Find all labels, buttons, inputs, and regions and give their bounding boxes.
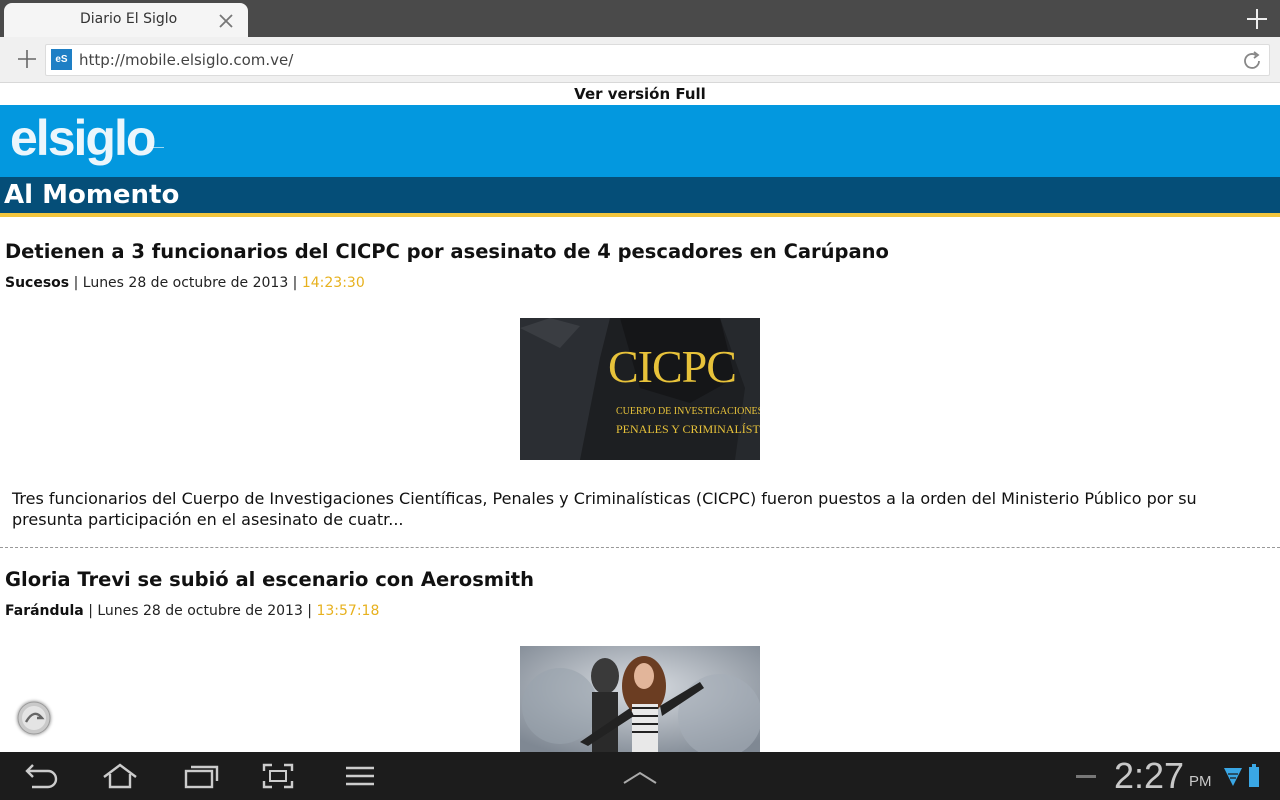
system-clock-ampm: PM xyxy=(1189,773,1212,790)
logo-underline xyxy=(150,147,164,148)
chevron-up-icon[interactable] xyxy=(620,761,660,791)
article-item: Gloria Trevi se subió al escenario con A… xyxy=(0,549,1280,752)
full-version-link[interactable]: Ver versión Full xyxy=(0,84,1280,105)
site-header: elsiglo xyxy=(0,105,1280,177)
article-category[interactable]: Sucesos xyxy=(5,275,69,291)
article-time: 13:57:18 xyxy=(316,603,380,619)
plus-icon[interactable] xyxy=(15,47,39,71)
article-image[interactable] xyxy=(520,646,760,752)
image-caption-main: CICPC xyxy=(608,341,737,392)
notification-dash xyxy=(1076,775,1096,778)
browser-tab-bar: Diario El Siglo xyxy=(0,0,1280,37)
article-item: Detienen a 3 funcionarios del CICPC por … xyxy=(0,221,1280,549)
section-title: Al Momento xyxy=(4,180,180,210)
screenshot-icon[interactable] xyxy=(258,761,298,791)
system-clock[interactable]: 2:27 xyxy=(1114,755,1184,797)
article-image[interactable]: CICPC CUERPO DE INVESTIGACIONES CIENTÍFI… xyxy=(520,318,760,460)
browser-tab[interactable]: Diario El Siglo xyxy=(4,3,248,37)
site-logo[interactable]: elsiglo xyxy=(10,105,156,177)
back-icon[interactable] xyxy=(20,761,60,791)
article-meta: Farándula | Lunes 28 de octubre de 2013 … xyxy=(5,603,379,619)
url-field[interactable]: eS http://mobile.elsiglo.com.ve/ xyxy=(45,44,1270,76)
plus-icon[interactable] xyxy=(1244,6,1270,32)
article-summary: Tres funcionarios del Cuerpo de Investig… xyxy=(12,489,1197,529)
recent-apps-icon[interactable] xyxy=(181,761,221,791)
url-text[interactable]: http://mobile.elsiglo.com.ve/ xyxy=(79,51,293,69)
address-bar: eS http://mobile.elsiglo.com.ve/ xyxy=(0,37,1280,83)
reload-icon[interactable] xyxy=(1240,49,1264,73)
article-category[interactable]: Farándula xyxy=(5,603,84,619)
article-date: | Lunes 28 de octubre de 2013 | xyxy=(88,603,313,619)
tab-title: Diario El Siglo xyxy=(80,11,178,27)
home-icon[interactable] xyxy=(100,761,140,791)
wifi-icon xyxy=(1224,768,1242,786)
image-caption-line-1: CUERPO DE INVESTIGACIONES CIENTÍFICAS xyxy=(616,406,760,417)
menu-icon[interactable] xyxy=(340,761,380,791)
scroll-top-icon[interactable] xyxy=(17,701,51,735)
article-divider xyxy=(0,547,1280,548)
image-caption-line-2: PENALES Y CRIMINALÍSTICAS xyxy=(616,422,760,436)
close-icon[interactable] xyxy=(216,11,236,31)
favicon: eS xyxy=(51,49,72,70)
battery-icon xyxy=(1249,764,1259,787)
article-date: | Lunes 28 de octubre de 2013 | xyxy=(73,275,298,291)
article-title[interactable]: Gloria Trevi se subió al escenario con A… xyxy=(5,568,534,591)
article-meta: Sucesos | Lunes 28 de octubre de 2013 | … xyxy=(5,275,365,291)
system-navigation-bar: 2:27 PM xyxy=(0,752,1280,800)
article-title[interactable]: Detienen a 3 funcionarios del CICPC por … xyxy=(5,240,889,263)
section-header: Al Momento xyxy=(0,177,1280,217)
article-time: 14:23:30 xyxy=(301,275,365,291)
